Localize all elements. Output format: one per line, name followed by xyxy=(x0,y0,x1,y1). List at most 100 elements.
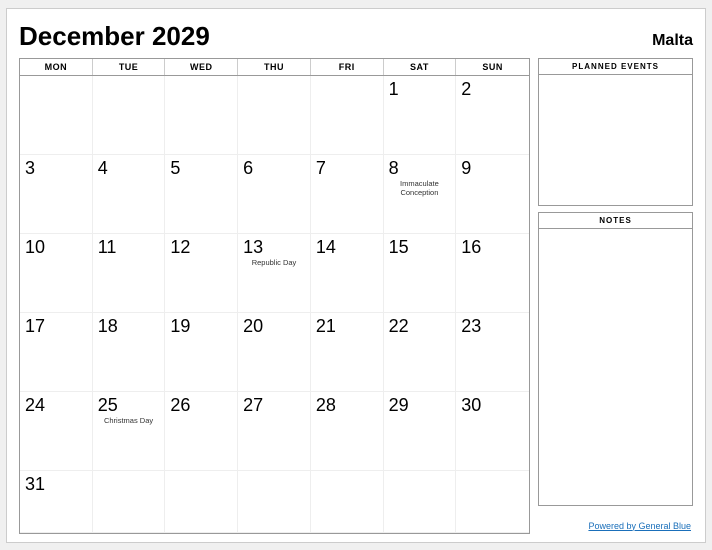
day-number: 26 xyxy=(170,396,190,416)
day-number: 8 xyxy=(389,159,399,179)
calendar-page: December 2029 Malta MONTUEWEDTHUFRISATSU… xyxy=(6,8,706,543)
day-cell xyxy=(384,471,457,533)
calendar-section: MONTUEWEDTHUFRISATSUN 12345678Immaculate… xyxy=(19,58,530,534)
day-number: 9 xyxy=(461,159,471,179)
notes-content xyxy=(539,229,692,505)
day-cell: 8Immaculate Conception xyxy=(384,155,457,234)
main-content: MONTUEWEDTHUFRISATSUN 12345678Immaculate… xyxy=(19,58,693,534)
day-number: 22 xyxy=(389,317,409,337)
day-cell xyxy=(456,471,529,533)
day-number: 21 xyxy=(316,317,336,337)
day-number: 30 xyxy=(461,396,481,416)
day-number: 2 xyxy=(461,80,471,100)
day-header-sun: SUN xyxy=(456,59,529,75)
day-cell: 23 xyxy=(456,313,529,392)
top-header: December 2029 Malta xyxy=(19,21,693,52)
day-number: 20 xyxy=(243,317,263,337)
day-number: 5 xyxy=(170,159,180,179)
day-cell: 11 xyxy=(93,234,166,313)
day-cell: 1 xyxy=(384,76,457,155)
day-number: 18 xyxy=(98,317,118,337)
day-cell xyxy=(20,76,93,155)
event-label: Republic Day xyxy=(243,258,305,267)
planned-events-content xyxy=(539,75,692,205)
day-cell: 15 xyxy=(384,234,457,313)
footer: Powered by General Blue xyxy=(538,516,693,534)
day-cell xyxy=(311,471,384,533)
day-number: 17 xyxy=(25,317,45,337)
day-number: 27 xyxy=(243,396,263,416)
planned-events-box: PLANNED EVENTS xyxy=(538,58,693,206)
notes-box: NOTES xyxy=(538,212,693,506)
day-number: 4 xyxy=(98,159,108,179)
day-number: 6 xyxy=(243,159,253,179)
day-header-mon: MON xyxy=(20,59,93,75)
day-cell: 6 xyxy=(238,155,311,234)
day-cell xyxy=(165,76,238,155)
day-cell: 7 xyxy=(311,155,384,234)
day-cell: 5 xyxy=(165,155,238,234)
day-number: 12 xyxy=(170,238,190,258)
country-title: Malta xyxy=(652,32,693,50)
day-number: 16 xyxy=(461,238,481,258)
day-number: 10 xyxy=(25,238,45,258)
day-number: 11 xyxy=(98,238,117,258)
day-number: 24 xyxy=(25,396,45,416)
planned-events-label: PLANNED EVENTS xyxy=(539,59,692,75)
sidebar: PLANNED EVENTS NOTES Powered by General … xyxy=(538,58,693,534)
day-cell: 31 xyxy=(20,471,93,533)
day-cell: 13Republic Day xyxy=(238,234,311,313)
day-cell: 3 xyxy=(20,155,93,234)
month-year-title: December 2029 xyxy=(19,21,210,52)
day-number: 28 xyxy=(316,396,336,416)
day-cell: 14 xyxy=(311,234,384,313)
day-cell: 26 xyxy=(165,392,238,471)
day-cell: 18 xyxy=(93,313,166,392)
day-number: 29 xyxy=(389,396,409,416)
notes-label: NOTES xyxy=(539,213,692,229)
day-header-sat: SAT xyxy=(384,59,457,75)
day-cell xyxy=(93,471,166,533)
day-number: 1 xyxy=(389,80,399,100)
day-cell: 22 xyxy=(384,313,457,392)
day-header-wed: WED xyxy=(165,59,238,75)
day-cell: 12 xyxy=(165,234,238,313)
day-cell: 30 xyxy=(456,392,529,471)
day-cell: 16 xyxy=(456,234,529,313)
day-cell: 25Christmas Day xyxy=(93,392,166,471)
day-cell xyxy=(238,76,311,155)
day-cell: 27 xyxy=(238,392,311,471)
day-cell: 10 xyxy=(20,234,93,313)
day-number: 13 xyxy=(243,238,263,258)
day-cell: 29 xyxy=(384,392,457,471)
day-cell xyxy=(165,471,238,533)
day-cell: 24 xyxy=(20,392,93,471)
calendar-grid: 12345678Immaculate Conception910111213Re… xyxy=(20,76,529,533)
day-cell: 19 xyxy=(165,313,238,392)
general-blue-link[interactable]: Powered by General Blue xyxy=(588,521,691,531)
day-cell: 28 xyxy=(311,392,384,471)
day-number: 19 xyxy=(170,317,190,337)
day-cell: 9 xyxy=(456,155,529,234)
day-number: 15 xyxy=(389,238,409,258)
day-header-fri: FRI xyxy=(311,59,384,75)
event-label: Immaculate Conception xyxy=(389,179,451,197)
day-number: 25 xyxy=(98,396,118,416)
day-cell: 21 xyxy=(311,313,384,392)
day-number: 31 xyxy=(25,475,45,495)
day-number: 14 xyxy=(316,238,336,258)
event-label: Christmas Day xyxy=(98,416,160,425)
day-cell xyxy=(93,76,166,155)
day-number: 23 xyxy=(461,317,481,337)
day-cell xyxy=(311,76,384,155)
day-headers-row: MONTUEWEDTHUFRISATSUN xyxy=(20,59,529,76)
day-header-thu: THU xyxy=(238,59,311,75)
day-cell xyxy=(238,471,311,533)
day-number: 7 xyxy=(316,159,326,179)
day-number: 3 xyxy=(25,159,35,179)
day-header-tue: TUE xyxy=(93,59,166,75)
day-cell: 2 xyxy=(456,76,529,155)
day-cell: 4 xyxy=(93,155,166,234)
day-cell: 20 xyxy=(238,313,311,392)
day-cell: 17 xyxy=(20,313,93,392)
